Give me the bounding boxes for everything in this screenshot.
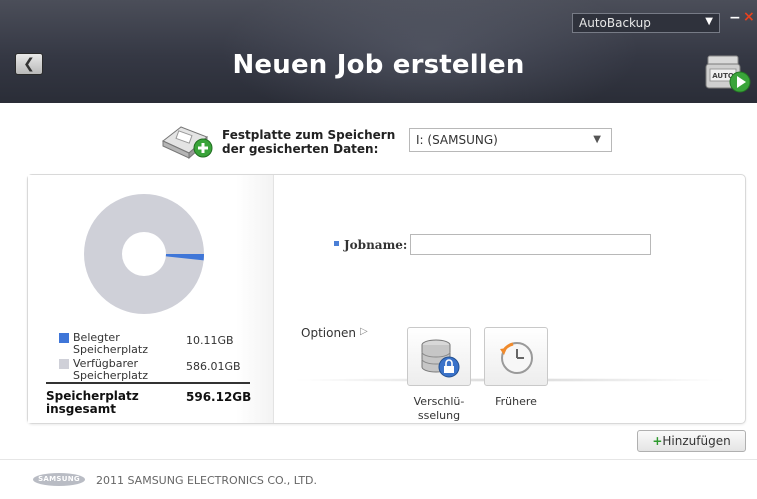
disk-select[interactable]: I: (SAMSUNG) ▼	[409, 128, 612, 152]
encryption-option-label: Verschlü- sselung	[404, 395, 474, 423]
total-label: Speicherplatz insgesamt	[46, 390, 166, 416]
previous-version-option-button[interactable]	[484, 327, 548, 386]
jobname-bullet	[334, 241, 339, 246]
auto-backup-icon[interactable]: AUTO	[704, 52, 752, 94]
mode-select-value: AutoBackup	[579, 16, 651, 30]
jobname-label: Jobname:	[344, 238, 408, 252]
legend-free-swatch	[59, 359, 69, 369]
mode-select[interactable]: AutoBackup ▼	[572, 13, 720, 33]
page-title: Neuen Job erstellen	[232, 50, 525, 80]
hard-disk-icon	[162, 126, 213, 160]
legend-free-value: 586.01GB	[186, 360, 241, 373]
legend-free-label-line2: Speicherplatz	[73, 369, 148, 382]
encryption-option-button[interactable]	[407, 327, 471, 386]
disk-label: Festplatte zum Speichern der gesicherten…	[222, 128, 402, 156]
disk-label-line2: der gesicherten Daten:	[222, 142, 379, 156]
plus-icon: +	[652, 434, 663, 448]
database-lock-icon	[421, 339, 460, 378]
legend-used-label-line2: Speicherplatz	[73, 343, 148, 356]
encryption-label-line2: sselung	[417, 409, 461, 422]
clock-history-icon	[500, 342, 533, 374]
chevron-down-icon: ▼	[705, 16, 713, 27]
disk-select-value: I: (SAMSUNG)	[416, 133, 498, 147]
options-expand-icon[interactable]: ▷	[360, 326, 368, 337]
storage-pie-chart	[84, 194, 204, 314]
total-value: 596.12GB	[186, 390, 252, 404]
encryption-label-line1: Verschlü-	[413, 395, 465, 408]
close-button[interactable]: ×	[743, 9, 755, 25]
previous-version-option-label: Frühere	[495, 395, 537, 408]
add-button[interactable]: +Hinzufügen	[637, 430, 746, 452]
options-label: Optionen	[301, 326, 357, 340]
pie-hole	[122, 232, 166, 276]
add-button-label: Hinzufügen	[662, 434, 731, 448]
legend-used-swatch	[59, 333, 69, 343]
legend-used-label: Belegter Speicherplatz	[73, 332, 173, 356]
total-label-line2: insgesamt	[46, 402, 117, 416]
jobname-input[interactable]	[410, 234, 651, 255]
samsung-logo: SAMSUNG	[33, 473, 85, 486]
legend-used-value: 10.11GB	[186, 334, 234, 347]
copyright-text: 2011 SAMSUNG ELECTRONICS CO., LTD.	[96, 474, 318, 487]
minimize-button[interactable]: −	[729, 10, 741, 26]
total-divider	[46, 382, 250, 384]
disk-label-line1: Festplatte zum Speichern	[222, 128, 396, 142]
legend-free-label: Verfügbarer Speicherplatz	[73, 358, 173, 382]
chevron-down-icon: ▼	[593, 134, 601, 145]
